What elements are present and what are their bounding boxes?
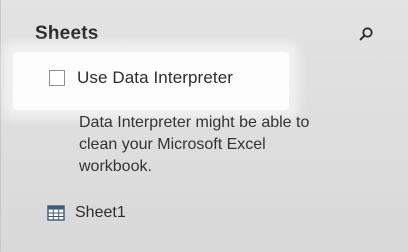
data-interpreter-checkbox[interactable]	[49, 70, 65, 86]
description-line: Data Interpreter might be able to	[79, 114, 310, 131]
table-grid-icon	[47, 205, 65, 221]
sheet-label: Sheet1	[75, 204, 126, 221]
description-line: workbook.	[79, 158, 152, 175]
data-interpreter-label: Use Data Interpreter	[77, 68, 234, 87]
sheets-panel: Sheets Use Data Interpreter Data Interpr…	[0, 0, 408, 252]
data-interpreter-option[interactable]: Use Data Interpreter	[49, 68, 233, 88]
description-line: clean your Microsoft Excel	[79, 136, 266, 153]
panel-title: Sheets	[35, 23, 99, 44]
sheets-header: Sheets	[35, 20, 380, 48]
search-button[interactable]	[352, 20, 380, 48]
data-interpreter-description: Data Interpreter might be able to clean …	[79, 112, 379, 178]
sheet-item-sheet1[interactable]: Sheet1	[47, 204, 126, 222]
search-icon	[359, 27, 373, 41]
